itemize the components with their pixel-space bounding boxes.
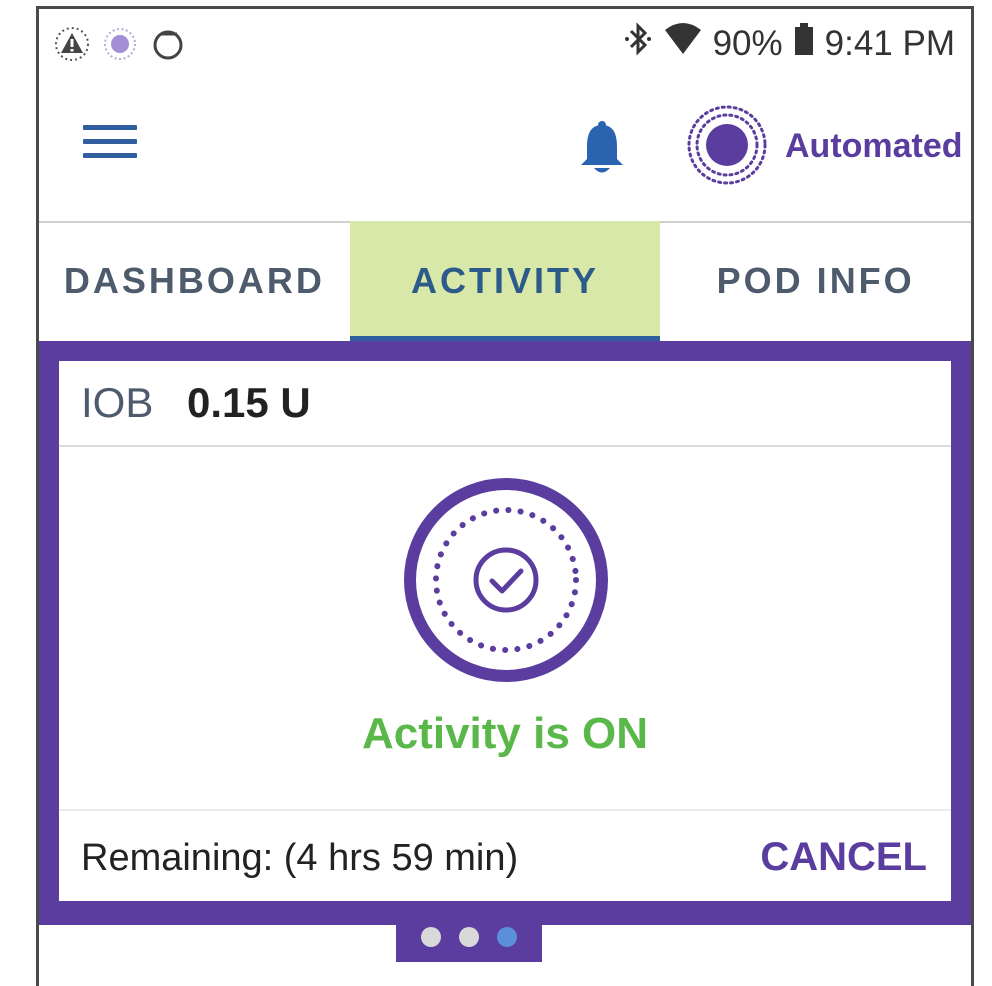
status-bar: 90% 9:41 PM [39,9,971,75]
iob-label: IOB [81,379,154,426]
hamburger-menu-icon[interactable] [83,125,137,165]
page-dot-3[interactable] [497,927,517,947]
tab-bar: DASHBOARD ACTIVITY POD INFO [39,221,971,341]
activity-status-text: Activity is ON [361,709,649,758]
circle-outline-icon [149,25,187,68]
tab-pod-info[interactable]: POD INFO [660,221,971,341]
clock: 9:41 PM [824,23,955,63]
battery-icon [793,21,815,66]
remaining-row: Remaining: (4 hrs 59 min) CANCEL [59,809,951,903]
status-left-icons [53,25,187,68]
battery-percent: 90% [712,23,783,63]
iob-value: 0.15 U [187,379,311,426]
phone-screen: 90% 9:41 PM Automated DASHBOARD ACTIVITY… [36,6,974,986]
mode-label: Automated [785,127,963,165]
activity-check-icon [401,475,611,685]
cancel-button[interactable]: CANCEL [760,835,927,880]
activity-panel: IOB 0.15 U Activity is ON Remaining: (4 … [39,341,971,925]
tab-activity[interactable]: ACTIVITY [349,221,661,341]
remaining-time: Remaining: (4 hrs 59 min) [81,837,519,879]
ring-icon [101,25,139,68]
status-right: 90% 9:41 PM [623,21,955,66]
bell-icon[interactable] [577,119,627,177]
page-indicator [396,912,542,962]
page-dot-2[interactable] [459,927,479,947]
page-dot-1[interactable] [421,927,441,947]
activity-card: IOB 0.15 U Activity is ON Remaining: (4 … [59,361,951,901]
bluetooth-icon [623,21,653,66]
warning-icon [53,25,91,68]
tab-dashboard[interactable]: DASHBOARD [39,221,350,341]
wifi-icon [663,22,703,65]
iob-row: IOB 0.15 U [59,361,951,447]
activity-status-area: Activity is ON [59,447,951,809]
automated-mode-icon [685,103,769,187]
app-header: Automated [39,75,971,223]
